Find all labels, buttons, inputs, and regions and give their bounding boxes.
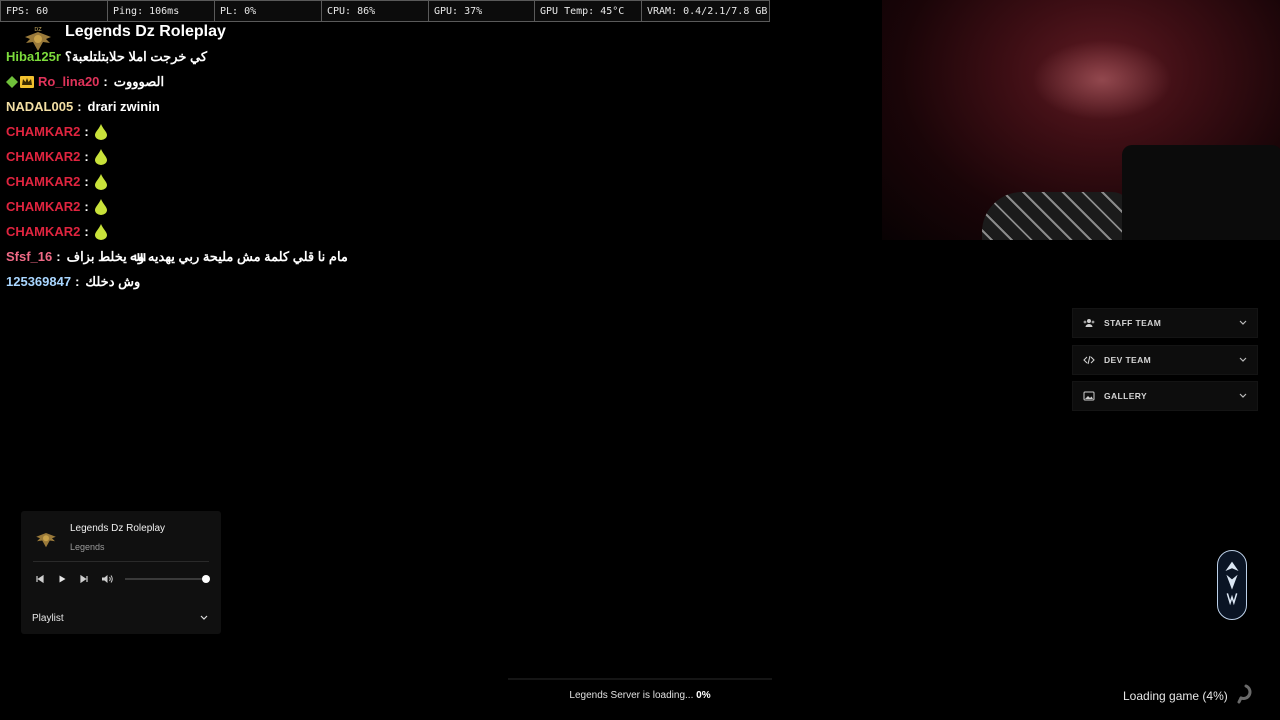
server-loading-percent: 0% (696, 690, 711, 701)
menu-item-label: DEV TEAM (1104, 354, 1152, 365)
previous-track-icon[interactable] (35, 574, 45, 584)
code-icon (1083, 355, 1095, 364)
image-icon (1083, 391, 1095, 401)
chat-username: CHAMKAR2 (6, 148, 81, 164)
vram-readout: VRAM: 0.4/2.1/7.8 GB (647, 6, 768, 17)
chevron-down-icon (1239, 393, 1247, 398)
chat-separator: : (75, 273, 80, 289)
gpu-readout: GPU: 37% (429, 1, 535, 21)
chat-message: CHAMKAR2 : (6, 144, 606, 169)
track-title: Legends Dz Roleplay (70, 523, 166, 534)
light-reflection (1032, 40, 1172, 120)
server-title: Legends Dz Roleplay (65, 23, 226, 40)
chat-message: NADAL005 : drari zwinin (6, 94, 606, 119)
chat-message: Hiba125r كي خرجت املا حلابتلتلعبة؟ (6, 44, 606, 69)
chevron-down-icon (1239, 320, 1247, 325)
drop-icon (94, 198, 107, 215)
ping-readout: Ping: 106ms (108, 1, 215, 21)
chat-message: Sfsf_16 : مام نا قلي كلمة مش مليحة ربي ي… (6, 244, 606, 269)
chat-separator: : (84, 223, 89, 239)
drop-icon (94, 148, 107, 165)
users-icon (1083, 319, 1095, 327)
play-icon[interactable] (57, 574, 67, 584)
menu-item-staff-team[interactable]: STAFF TEAM (1072, 308, 1258, 338)
drop-icon (94, 223, 107, 240)
volume-slider-handle[interactable] (202, 575, 210, 583)
chat-message: CHAMKAR2 : (6, 119, 606, 144)
next-track-icon[interactable] (79, 574, 89, 584)
chat-separator: : (103, 73, 108, 89)
emblem-icon (1225, 561, 1239, 606)
track-artist: Legends (70, 542, 105, 552)
chat-username: 125369847 (6, 273, 72, 289)
loading-spinner-icon (1237, 684, 1252, 704)
fps-readout: FPS: 60 (1, 1, 108, 21)
menu-item-gallery[interactable]: GALLERY (1072, 381, 1258, 411)
performance-overlay: FPS: 60 Ping: 106ms PL: 0% CPU: 86% GPU:… (0, 0, 770, 22)
chat-username: CHAMKAR2 (6, 198, 81, 214)
chat-message: CHAMKAR2 : (6, 194, 606, 219)
info-menu: STAFF TEAM DEV TEAM GALLERY (1072, 308, 1258, 418)
chat-username: CHAMKAR2 (6, 123, 81, 139)
chat-separator: : (84, 173, 89, 189)
chevron-down-icon (1239, 357, 1247, 362)
chat-separator: : (56, 248, 61, 264)
chat-username: Hiba125r (6, 48, 61, 64)
server-loading-text: Legends Server is loading... (569, 690, 694, 701)
chair (1122, 145, 1280, 240)
chat-message: CHAMKAR2 : (6, 169, 606, 194)
chat-text: كي خرجت املا حلابتلتلعبة؟ (64, 48, 208, 64)
chat-separator: : (84, 198, 89, 214)
crown-badge-icon (20, 75, 34, 88)
volume-slider-track[interactable] (125, 578, 207, 580)
chat-username: Ro_lina20 (38, 73, 100, 89)
chat-separator: : (77, 98, 82, 114)
chat-message: 125369847 : وش دخلك (6, 269, 606, 294)
server-logo-icon (36, 533, 56, 548)
server-loading-bar (508, 678, 772, 680)
chat-message: Ro_lina20 : الصوووت (6, 69, 606, 94)
svg-text:DZ: DZ (34, 27, 42, 33)
menu-item-label: GALLERY (1104, 391, 1148, 401)
volume-icon[interactable] (101, 574, 114, 584)
webcam-feed (882, 0, 1280, 240)
playlist-label: Playlist (32, 612, 64, 624)
gpu-temp-readout: GPU Temp: 45°C (535, 1, 642, 21)
chat-text: وش دخلك (85, 273, 141, 289)
server-loading-status: Legends Server is loading... 0% (0, 690, 1280, 701)
chat-username: CHAMKAR2 (6, 173, 81, 189)
diamond-badge-icon (6, 75, 18, 88)
cpu-readout: CPU: 86% (322, 1, 429, 21)
playlist-toggle[interactable]: Playlist (32, 611, 208, 625)
music-player: Legends Dz Roleplay Legends Playlist (21, 511, 221, 634)
user-badges (6, 75, 34, 88)
chat-message: CHAMKAR2 : (6, 219, 606, 244)
drop-icon (94, 173, 107, 190)
chevron-down-icon (200, 615, 208, 620)
chat-text: الصوووت (113, 73, 165, 89)
chat-text: مام نا قلي كلمة مش مليحة ربي يهديه وﷲ يخ… (66, 248, 348, 264)
packet-loss-readout: PL: 0% (215, 1, 322, 21)
chat-username: CHAMKAR2 (6, 223, 81, 239)
chat-text: drari zwinin (87, 98, 160, 114)
menu-item-dev-team[interactable]: DEV TEAM (1072, 344, 1258, 375)
chat-username: NADAL005 (6, 98, 74, 114)
chat-username: Sfsf_16 (6, 248, 53, 264)
divider (33, 561, 209, 562)
blanket (982, 192, 1132, 240)
chat-log: Hiba125r كي خرجت املا حلابتلتلعبة؟ Ro_li… (6, 44, 606, 294)
character-badge-icon (1217, 550, 1247, 620)
game-loading-status: Loading game (4%) (1123, 689, 1228, 703)
chat-separator: : (84, 123, 89, 139)
chat-separator: : (84, 148, 89, 164)
menu-item-label: STAFF TEAM (1104, 318, 1162, 328)
drop-icon (94, 123, 107, 140)
